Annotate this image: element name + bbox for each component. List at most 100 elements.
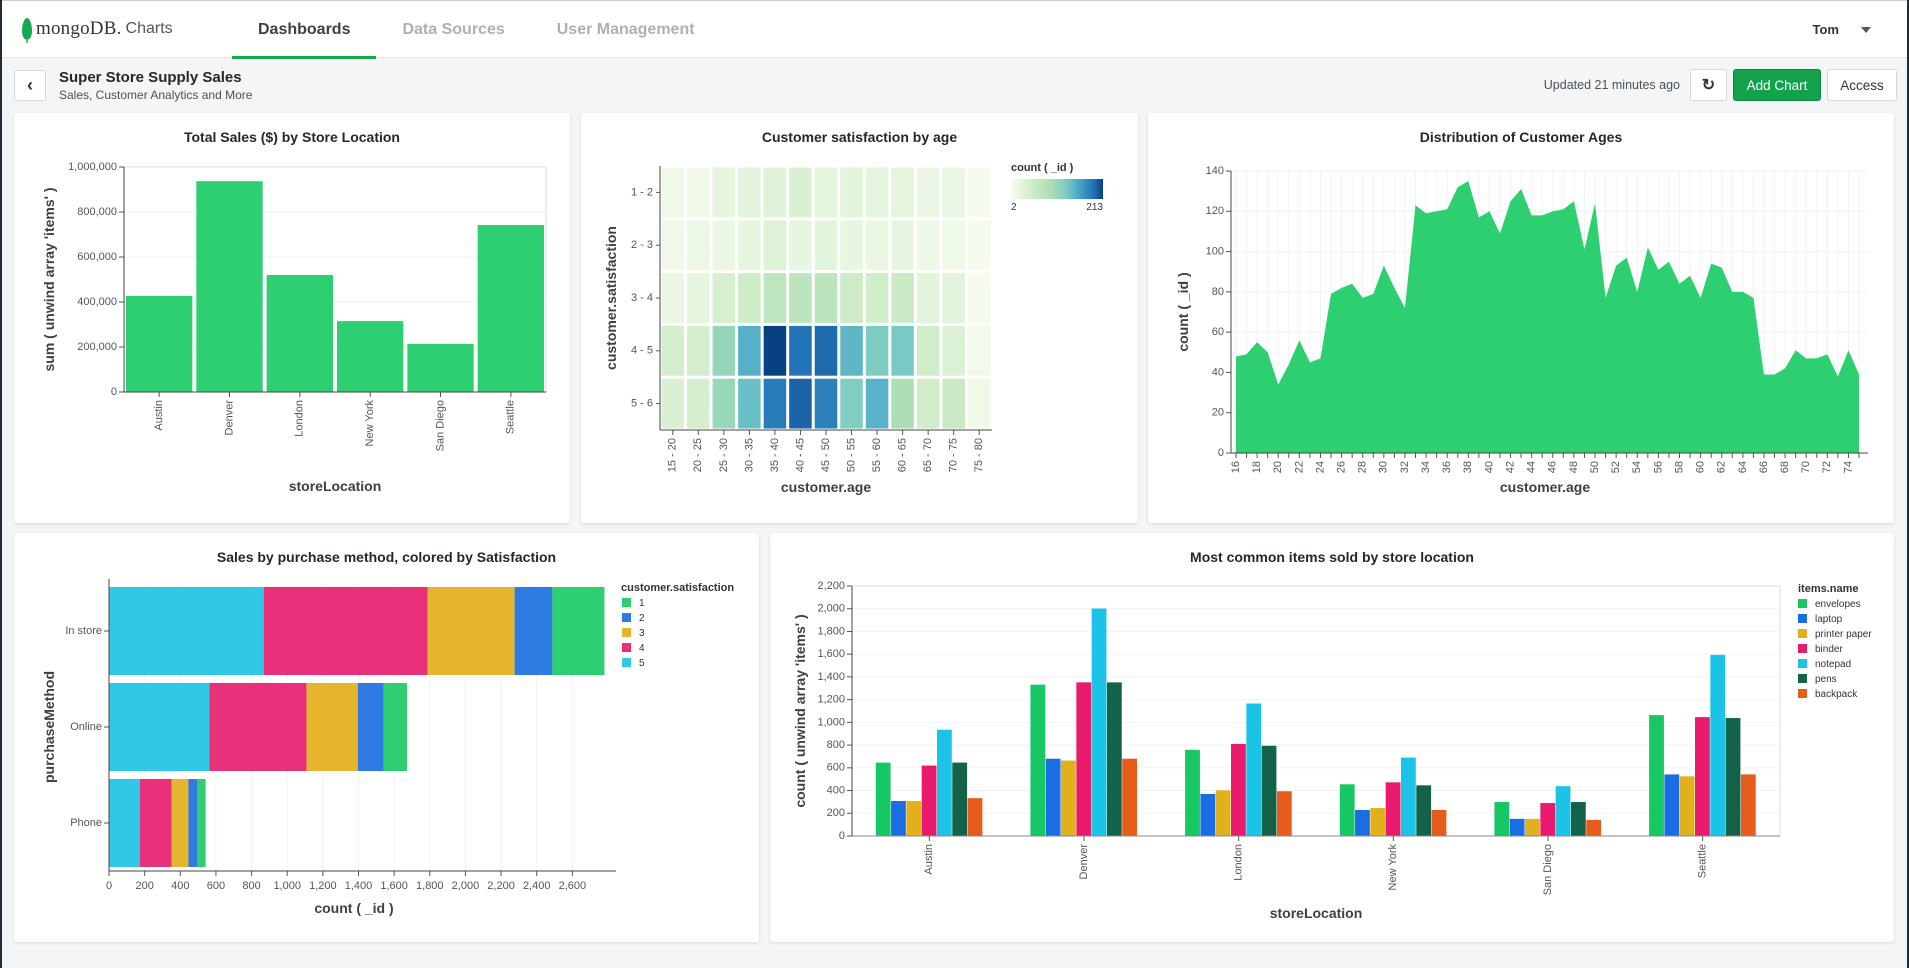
bar-seattle-notepad (1710, 654, 1726, 836)
heatmap-cell (687, 378, 710, 429)
bar-san-diego-notepad (1555, 786, 1571, 836)
x-tick-label: 800 (242, 880, 260, 892)
heatmap-cell (891, 273, 914, 323)
x-tick-label: 30 (1378, 461, 1390, 473)
legend-swatch (622, 628, 631, 637)
heatmap-cell (687, 167, 710, 218)
heatmap-cell (789, 325, 812, 376)
dashboard-subtitle: Sales, Customer Analytics and More (59, 88, 253, 102)
x-tick-label: Austin (153, 400, 165, 431)
x-tick-label: 34 (1420, 461, 1432, 473)
x-tick-label: London (294, 400, 306, 437)
back-button[interactable]: ‹ (14, 70, 46, 101)
x-tick-label: 60 (1695, 461, 1707, 473)
bar-segment-in-store-4 (263, 587, 428, 675)
legend-label: laptop (1815, 614, 1843, 625)
x-tick-label: 56 (1652, 461, 1664, 473)
heatmap-cell (814, 220, 838, 271)
bar-chart: 0 200,000 400,000 600,000 800,000 1,000,000 Au… (41, 161, 547, 494)
x-tick-label: 54 (1631, 461, 1643, 473)
dashboard-title: Super Store Supply Sales (59, 69, 242, 86)
y-tick-label: Online (70, 721, 102, 733)
heatmap-cell (789, 273, 812, 323)
bar-london-binder (1231, 743, 1246, 836)
heatmap-cell (763, 167, 787, 218)
heatmap-cell (661, 378, 685, 429)
y-tick-label: In store (65, 625, 102, 637)
bar-new-york-backpack (1431, 809, 1447, 836)
bar-seattle-backpack (1740, 774, 1756, 836)
x-tick-label: 44 (1526, 461, 1538, 473)
y-tick-label: 400 (827, 784, 845, 796)
bar-seattle (477, 225, 544, 392)
bar-denver-binder (1076, 682, 1092, 836)
heatmap-cell (916, 167, 940, 218)
leaf-icon (22, 18, 32, 43)
y-tick-label: 4 - 5 (631, 345, 653, 357)
mongodb-charts-logo[interactable]: mongoDB. Charts (22, 18, 173, 43)
legend-label: notepad (1815, 659, 1851, 670)
y-tick-label: 0 (111, 386, 117, 398)
heatmap-cell (891, 220, 914, 271)
x-tick-label: Denver (1078, 844, 1090, 880)
x-tick-label: San Diego (1542, 844, 1554, 895)
x-tick-label: 74 (1842, 461, 1854, 473)
x-tick-label: 2,600 (559, 880, 587, 892)
heatmap-cell (865, 273, 889, 323)
legend-swatch (1798, 629, 1807, 638)
y-tick-label: 2,000 (817, 603, 845, 615)
y-tick-label: 1,000,000 (68, 161, 117, 173)
y-tick-label: 1,800 (817, 625, 845, 637)
bar-segment-online-2 (357, 683, 384, 771)
main-nav: Dashboards Data Sources User Management (232, 1, 721, 59)
refresh-button[interactable]: ↻ (1690, 69, 1727, 101)
bar-seattle-printer-paper (1679, 776, 1695, 836)
access-button[interactable]: Access (1827, 69, 1897, 101)
heatmap-cell (789, 378, 812, 429)
y-tick-label: 1,000 (817, 716, 845, 728)
bar-san-diego-printer-paper (1525, 818, 1540, 836)
chart-card-sales-by-location[interactable]: Total Sales ($) by Store Location 0 200,0… (14, 113, 570, 523)
stacked-bar-chart: 0 200 400 600 800 1,000 1,200 1,400 1,600 1,800 2,… (41, 579, 734, 916)
bar-segment-online-5 (109, 683, 210, 771)
bar-new-york-notepad (1400, 757, 1416, 836)
tab-data-sources[interactable]: Data Sources (376, 1, 530, 59)
chart-card-customer-ages[interactable]: Distribution of Customer Ages 0 20 40 60 80 1… (1148, 113, 1894, 523)
bar-segment-in-store-5 (109, 587, 264, 675)
chart-card-items-by-location[interactable]: Most common items sold by store location… (770, 533, 1894, 942)
tab-dashboards[interactable]: Dashboards (232, 1, 377, 59)
x-tick-label: Austin (923, 844, 935, 875)
x-tick-label: New York (1387, 844, 1399, 891)
legend-label: envelopes (1815, 599, 1861, 610)
grouped-bar-chart: 0 200 400 600 800 1,000 1,200 1,400 1,600 1,800 2,… (792, 580, 1872, 921)
x-tick-label: 20 (1272, 461, 1284, 473)
bar-denver-pens (1106, 682, 1122, 836)
chart-card-purchase-method[interactable]: Sales by purchase method, colored by Sat… (14, 533, 759, 942)
x-tick-label: 68 (1779, 461, 1791, 473)
x-axis-title: count ( _id ) (314, 900, 393, 916)
tab-user-management[interactable]: User Management (531, 1, 721, 59)
heatmap-cell (840, 220, 863, 271)
x-tick-label: 1,200 (309, 880, 337, 892)
legend-max-label: 213 (1086, 202, 1103, 213)
heatmap-cell (891, 325, 914, 376)
y-tick-label: Phone (70, 817, 102, 829)
heatmap-cell (661, 220, 685, 271)
add-chart-button[interactable]: Add Chart (1733, 69, 1821, 101)
bar-london-pens (1261, 745, 1277, 836)
legend-swatch (1798, 689, 1807, 698)
chart-card-satisfaction-by-age[interactable]: Customer satisfaction by age 1 - 22 - 33… (581, 113, 1138, 523)
refresh-icon: ↻ (1701, 77, 1716, 94)
x-axis-title: storeLocation (1270, 905, 1363, 921)
user-menu[interactable]: Tom (1813, 22, 1871, 37)
bar-austin-backpack (967, 798, 983, 836)
heatmap-cell (840, 273, 863, 323)
heatmap-cell (687, 273, 710, 323)
bar-segment-online-3 (306, 683, 358, 771)
x-tick-label: 400 (171, 880, 189, 892)
legend-label: printer paper (1815, 629, 1872, 640)
x-tick-label: 2,000 (452, 880, 480, 892)
x-tick-label: London (1233, 844, 1245, 881)
y-tick-label: 0 (1218, 447, 1224, 459)
bar-seattle-envelopes (1649, 715, 1664, 836)
